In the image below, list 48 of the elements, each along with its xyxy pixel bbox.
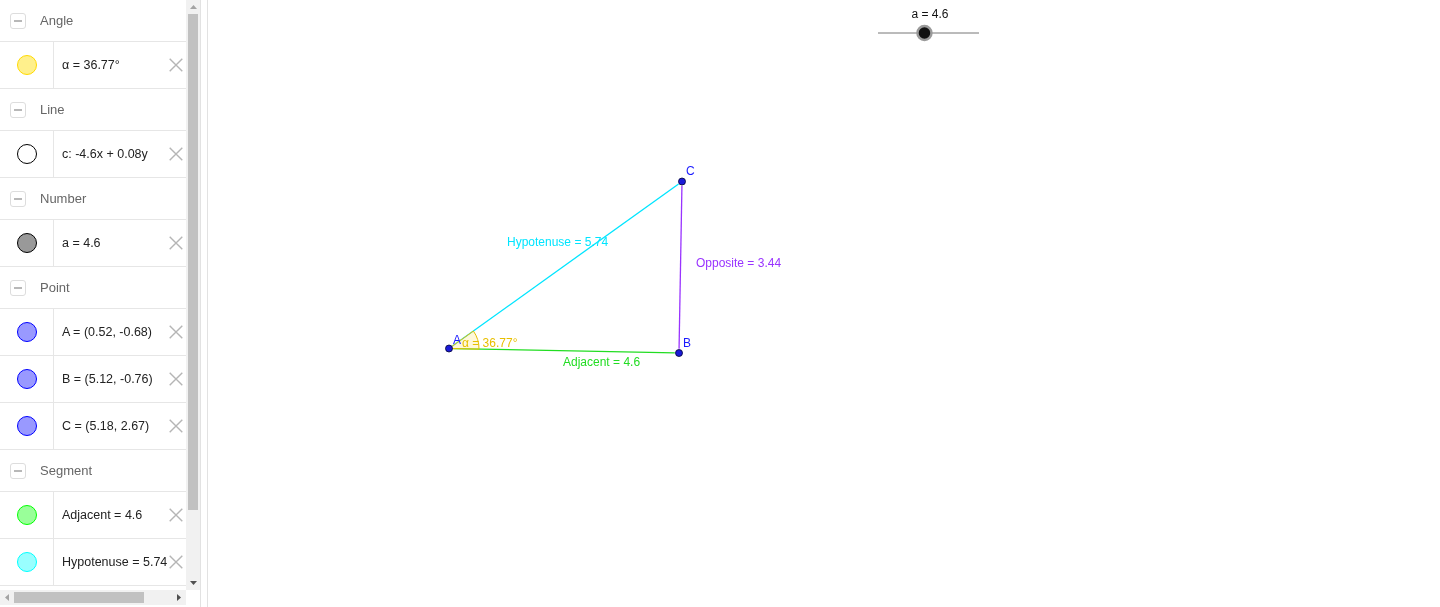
segment-label: Opposite = 3.44 bbox=[696, 256, 782, 270]
algebra-entry[interactable]: B = (5.12, -0.76) bbox=[62, 369, 153, 389]
segment-label: Adjacent = 4.6 bbox=[563, 355, 641, 369]
scrollbar-thumb[interactable] bbox=[14, 592, 144, 603]
algebra-entry[interactable]: Hypotenuse = 5.74 bbox=[62, 552, 168, 572]
minus-icon bbox=[14, 286, 22, 289]
close-icon[interactable] bbox=[169, 147, 183, 161]
point-dot[interactable] bbox=[445, 344, 453, 353]
collapse-button[interactable] bbox=[10, 12, 26, 29]
group-title: Number bbox=[40, 189, 87, 208]
close-icon[interactable] bbox=[169, 508, 183, 522]
close-icon[interactable] bbox=[169, 555, 183, 569]
slider-thumb[interactable] bbox=[916, 24, 933, 42]
slider-label: a = 4.6 bbox=[911, 7, 949, 21]
minus-icon bbox=[14, 197, 22, 200]
group-title: Segment bbox=[40, 461, 93, 480]
close-icon[interactable] bbox=[169, 58, 183, 72]
close-icon[interactable] bbox=[169, 325, 183, 339]
collapse-button[interactable] bbox=[10, 279, 26, 296]
collapse-button[interactable] bbox=[10, 101, 26, 118]
algebra-entry[interactable]: a = 4.6 bbox=[62, 233, 101, 253]
group-title: Point bbox=[40, 278, 70, 297]
close-icon[interactable] bbox=[169, 236, 183, 250]
algebra-entry[interactable]: A = (0.52, -0.68) bbox=[62, 322, 152, 342]
point-label: C bbox=[686, 164, 695, 178]
point-dot[interactable] bbox=[678, 177, 686, 186]
algebra-entry[interactable]: α = 36.77° bbox=[62, 55, 120, 75]
point-dot[interactable] bbox=[675, 349, 683, 357]
algebra-entry[interactable]: c: -4.6x + 0.08y bbox=[62, 144, 148, 164]
scroll-down-arrow-icon[interactable] bbox=[189, 581, 197, 585]
algebra-entry[interactable]: Adjacent = 4.6 bbox=[62, 505, 143, 525]
scroll-up-arrow-icon[interactable] bbox=[189, 5, 197, 9]
scrollbar-thumb[interactable] bbox=[188, 14, 198, 510]
point-label: B bbox=[683, 336, 691, 350]
slider-track[interactable] bbox=[877, 24, 980, 42]
algebra-entry[interactable]: C = (5.18, 2.67) bbox=[62, 416, 150, 436]
segment-line[interactable] bbox=[678, 185, 683, 350]
collapse-button[interactable] bbox=[10, 190, 26, 207]
minus-icon bbox=[14, 469, 22, 472]
minus-icon bbox=[14, 108, 22, 111]
group-title: Line bbox=[40, 100, 65, 119]
minus-icon bbox=[14, 19, 22, 22]
group-title: Angle bbox=[40, 11, 74, 30]
scroll-right-arrow-icon[interactable] bbox=[177, 594, 181, 601]
collapse-button[interactable] bbox=[10, 462, 26, 479]
scroll-left-arrow-icon[interactable] bbox=[5, 594, 9, 601]
close-icon[interactable] bbox=[169, 419, 183, 433]
close-icon[interactable] bbox=[169, 372, 183, 386]
